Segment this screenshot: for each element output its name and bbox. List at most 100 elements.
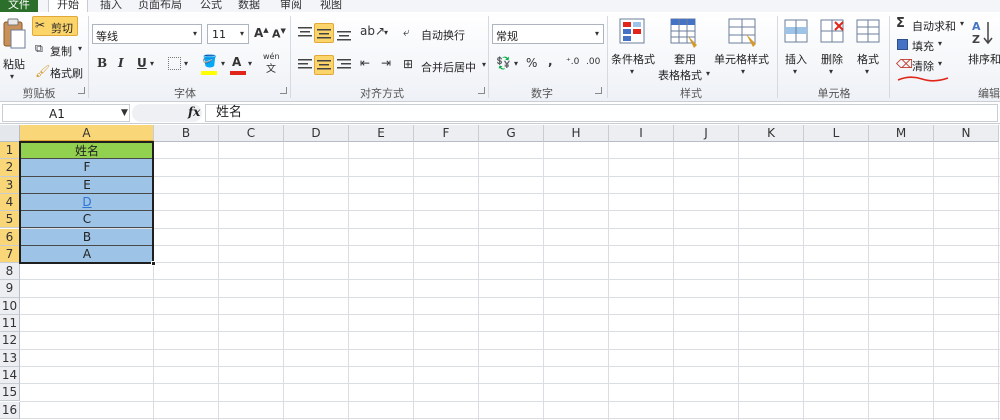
paste-button[interactable]: 粘贴 ▾: [2, 16, 28, 81]
underline-button[interactable]: U: [137, 56, 147, 70]
formula-input[interactable]: 姓名: [205, 104, 998, 122]
align-top-icon[interactable]: [297, 26, 313, 40]
column-header-h[interactable]: H: [544, 125, 609, 142]
cell-a5[interactable]: C: [20, 211, 154, 229]
cell-a6[interactable]: B: [20, 228, 154, 246]
align-middle-button[interactable]: [314, 23, 334, 43]
sort-filter-button[interactable]: A Z 排序和: [966, 16, 1000, 82]
fill-color-dropdown-icon[interactable]: ▾: [221, 59, 225, 68]
number-launcher-icon[interactable]: [595, 87, 602, 94]
row-header-9[interactable]: 9: [0, 280, 20, 298]
align-center-button[interactable]: [314, 55, 334, 75]
align-left-icon[interactable]: [297, 58, 313, 72]
fill-color-button[interactable]: 🪣: [200, 54, 222, 76]
decrease-decimal-icon[interactable]: .00: [586, 57, 600, 67]
grow-font-icon[interactable]: A▲: [254, 26, 269, 40]
tab-page-layout[interactable]: 页面布局: [138, 0, 182, 12]
cell-styles-button[interactable]: 单元格样式 ▾: [712, 16, 776, 82]
wrap-text-button[interactable]: ⤶ 自动换行: [403, 24, 483, 44]
tab-review[interactable]: 审阅: [280, 0, 302, 12]
format-cells-button[interactable]: 格式 ▾: [852, 16, 886, 82]
tab-view[interactable]: 视图: [320, 0, 342, 12]
font-launcher-icon[interactable]: [280, 87, 287, 94]
percent-button[interactable]: %: [526, 56, 537, 70]
alignment-launcher-icon[interactable]: [478, 87, 485, 94]
phonetic-button[interactable]: wén 文: [262, 52, 288, 76]
row-header-1[interactable]: 1: [0, 142, 20, 160]
tab-formulas[interactable]: 公式: [200, 0, 222, 12]
column-header-e[interactable]: E: [349, 125, 414, 142]
orientation-dropdown-icon[interactable]: ▾: [384, 28, 388, 37]
increase-indent-icon[interactable]: ⇥: [381, 56, 391, 70]
row-header-8[interactable]: 8: [0, 263, 20, 281]
column-header-j[interactable]: J: [674, 125, 739, 142]
tab-insert[interactable]: 插入: [100, 0, 122, 12]
decrease-indent-icon[interactable]: ⇤: [360, 56, 370, 70]
column-header-g[interactable]: G: [479, 125, 544, 142]
cell-a7[interactable]: A: [20, 245, 154, 264]
increase-decimal-icon[interactable]: ⁺.0: [566, 57, 579, 67]
row-header-15[interactable]: 15: [0, 384, 20, 402]
name-box[interactable]: A1 ▼: [2, 104, 130, 122]
font-color-dropdown-icon[interactable]: ▾: [248, 59, 252, 68]
fill-button[interactable]: 填充 ▾: [894, 36, 950, 54]
autosum-button[interactable]: Σ 自动求和 ▾: [894, 16, 966, 34]
delete-cells-button[interactable]: 删除 ▾: [816, 16, 850, 82]
column-header-c[interactable]: C: [219, 125, 284, 142]
align-bottom-icon[interactable]: [336, 28, 352, 42]
column-header-k[interactable]: K: [739, 125, 804, 142]
insert-cells-button[interactable]: 插入 ▾: [780, 16, 814, 82]
border-icon[interactable]: [168, 57, 181, 70]
column-header-d[interactable]: D: [284, 125, 349, 142]
row-header-7[interactable]: 7: [0, 245, 20, 264]
accounting-format-icon[interactable]: 💱: [496, 56, 511, 70]
row-header-16[interactable]: 16: [0, 401, 20, 419]
row-header-5[interactable]: 5: [0, 211, 20, 229]
font-name-select[interactable]: 等线 ▾: [92, 24, 202, 44]
italic-button[interactable]: I: [118, 56, 124, 70]
font-color-button[interactable]: A: [229, 54, 249, 76]
row-header-3[interactable]: 3: [0, 176, 20, 194]
tab-data[interactable]: 数据: [238, 0, 260, 12]
column-header-l[interactable]: L: [804, 125, 869, 142]
shrink-font-icon[interactable]: A▼: [272, 27, 286, 41]
row-header-12[interactable]: 12: [0, 332, 20, 350]
font-size-select[interactable]: 11 ▾: [207, 24, 249, 44]
format-painter-button[interactable]: 🖌 格式刷: [32, 62, 87, 82]
row-header-11[interactable]: 11: [0, 315, 20, 333]
row-header-4[interactable]: 4: [0, 193, 20, 212]
column-header-m[interactable]: M: [869, 125, 934, 142]
cut-button[interactable]: ✂ 剪切: [32, 16, 78, 36]
insert-function-button[interactable]: fx: [188, 105, 200, 119]
column-header-a[interactable]: A: [20, 125, 154, 142]
bold-button[interactable]: B: [97, 56, 107, 70]
row-header-13[interactable]: 13: [0, 349, 20, 367]
row-header-2[interactable]: 2: [0, 159, 20, 177]
select-all-corner[interactable]: [0, 125, 20, 142]
tab-home[interactable]: 开始: [48, 0, 88, 12]
copy-button[interactable]: ⧉ 复制 ▾: [32, 40, 87, 60]
column-header-n[interactable]: N: [934, 125, 999, 142]
column-header-f[interactable]: F: [414, 125, 479, 142]
format-as-table-button[interactable]: 套用 表格格式 ▾: [658, 16, 710, 82]
comma-button[interactable]: ,: [548, 54, 553, 68]
cell-a2[interactable]: F: [20, 159, 154, 177]
clear-button[interactable]: ⌫ 清除 ▾: [894, 56, 950, 74]
border-dropdown-icon[interactable]: ▾: [184, 59, 188, 68]
clipboard-launcher-icon[interactable]: [78, 87, 85, 94]
orientation-icon[interactable]: ab↗: [360, 24, 385, 38]
fill-handle[interactable]: [151, 261, 156, 267]
row-header-6[interactable]: 6: [0, 228, 20, 246]
conditional-format-button[interactable]: 条件格式 ▾: [609, 16, 659, 82]
cell-a1-header[interactable]: 姓名: [20, 142, 154, 160]
merge-center-button[interactable]: ⊞ 合并后居中 ▾: [403, 56, 491, 76]
cell-a4[interactable]: D: [20, 193, 154, 212]
row-header-10[interactable]: 10: [0, 297, 20, 315]
row-header-14[interactable]: 14: [0, 366, 20, 385]
column-header-b[interactable]: B: [154, 125, 219, 142]
tab-file[interactable]: 文件: [0, 0, 38, 12]
align-right-icon[interactable]: [336, 58, 352, 72]
column-header-i[interactable]: I: [609, 125, 674, 142]
cell-a3[interactable]: E: [20, 176, 154, 194]
underline-dropdown-icon[interactable]: ▾: [150, 59, 154, 68]
